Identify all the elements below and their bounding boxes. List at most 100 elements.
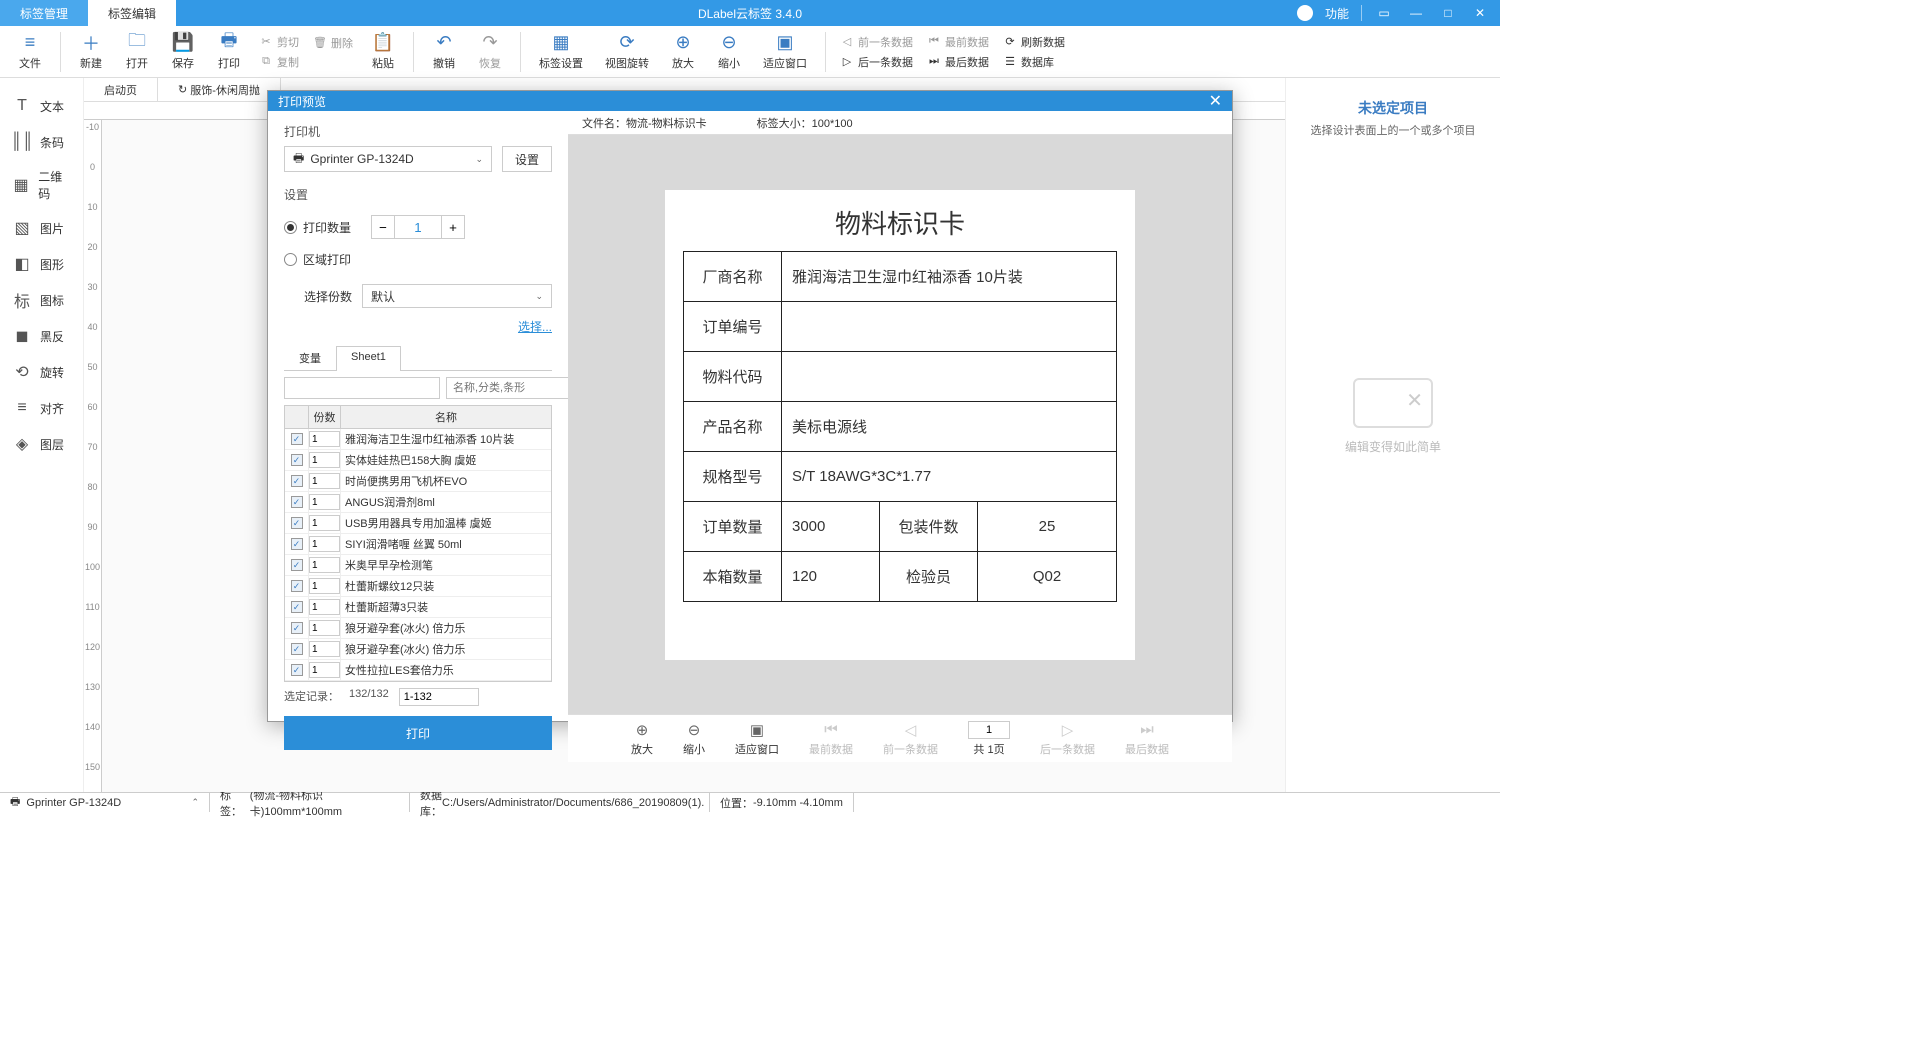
open-button[interactable]: 🗀打开 bbox=[117, 31, 157, 73]
tool-barcode[interactable]: ║║条码 bbox=[0, 124, 83, 160]
tab-variable[interactable]: 变量 bbox=[284, 345, 336, 370]
tool-shape[interactable]: ◧图形 bbox=[0, 246, 83, 282]
tool-text[interactable]: T文本 bbox=[0, 88, 83, 124]
table-row[interactable]: ✓SIYI润滑啫喱 丝翼 50ml bbox=[285, 534, 551, 555]
last-record-button[interactable]: ⏭最后数据 bbox=[923, 53, 993, 71]
table-row[interactable]: ✓雅润海洁卫生湿巾红袖添香 10片装 bbox=[285, 429, 551, 450]
new-button[interactable]: ＋新建 bbox=[71, 31, 111, 73]
qty-input[interactable] bbox=[395, 215, 441, 239]
print-button[interactable]: 🖶打印 bbox=[209, 31, 249, 73]
checkbox-icon[interactable]: ✓ bbox=[291, 454, 303, 466]
close-icon[interactable]: ✕ bbox=[1470, 3, 1490, 23]
printer-settings-button[interactable]: 设置 bbox=[502, 146, 552, 172]
row-copies-input[interactable] bbox=[309, 557, 340, 573]
paste-button[interactable]: 📋粘贴 bbox=[363, 31, 403, 73]
checkbox-icon[interactable]: ✓ bbox=[291, 622, 303, 634]
tool-image[interactable]: ▧图片 bbox=[0, 210, 83, 246]
page-input[interactable] bbox=[968, 721, 1010, 739]
file-menu[interactable]: ≡文件 bbox=[10, 31, 50, 73]
qty-decr-button[interactable]: − bbox=[371, 215, 395, 239]
radio-print-qty[interactable]: 打印数量 − + bbox=[284, 215, 552, 239]
label-settings-button[interactable]: ▦标签设置 bbox=[531, 31, 591, 73]
qty-incr-button[interactable]: + bbox=[441, 215, 465, 239]
pf-next[interactable]: ▷后一条数据 bbox=[1040, 721, 1095, 757]
table-row[interactable]: ✓USB男用器具专用加温棒 虞姬 bbox=[285, 513, 551, 534]
table-row[interactable]: ✓实体娃娃热巴158大胸 虞姬 bbox=[285, 450, 551, 471]
tool-invert[interactable]: ◼黑反 bbox=[0, 318, 83, 354]
row-copies-input[interactable] bbox=[309, 494, 340, 510]
checkbox-icon[interactable]: ✓ bbox=[291, 433, 303, 445]
pf-prev[interactable]: ◁前一条数据 bbox=[883, 721, 938, 757]
doc-tab-1[interactable]: ↻ 服饰-休闲周抛 bbox=[158, 78, 281, 102]
tool-rotate[interactable]: ⟲旋转 bbox=[0, 354, 83, 390]
pf-fit[interactable]: ▣适应窗口 bbox=[735, 721, 779, 757]
next-record-button[interactable]: ▷后一条数据 bbox=[836, 53, 917, 71]
row-copies-input[interactable] bbox=[309, 578, 340, 594]
doc-tab-start[interactable]: 启动页 bbox=[84, 78, 158, 102]
checkbox-icon[interactable]: ✓ bbox=[291, 601, 303, 613]
user-avatar-icon[interactable] bbox=[1297, 5, 1313, 21]
tab-label-mgmt[interactable]: 标签管理 bbox=[0, 0, 88, 26]
select-link[interactable]: 选择... bbox=[284, 318, 552, 335]
checkbox-icon[interactable]: ✓ bbox=[291, 496, 303, 508]
checkbox-icon[interactable]: ✓ bbox=[291, 559, 303, 571]
zoom-in-button[interactable]: ⊕放大 bbox=[663, 31, 703, 73]
fit-window-button[interactable]: ▣适应窗口 bbox=[755, 31, 815, 73]
tool-icon[interactable]: 标图标 bbox=[0, 282, 83, 318]
row-copies-input[interactable] bbox=[309, 662, 340, 678]
status-printer[interactable]: 🖶Gprinter GP-1324D ⌃ bbox=[0, 793, 210, 812]
database-button[interactable]: ☰数据库 bbox=[999, 53, 1069, 71]
tab-label-edit[interactable]: 标签编辑 bbox=[88, 0, 176, 26]
table-row[interactable]: ✓米奥早早孕检测笔 bbox=[285, 555, 551, 576]
cut-button[interactable]: ✂剪切 bbox=[255, 33, 303, 51]
row-copies-input[interactable] bbox=[309, 536, 340, 552]
table-row[interactable]: ✓杜蕾斯螺纹12只装 bbox=[285, 576, 551, 597]
radio-print-range[interactable]: 区域打印 bbox=[284, 251, 552, 268]
row-copies-input[interactable] bbox=[309, 599, 340, 615]
checkbox-icon[interactable]: ✓ bbox=[291, 475, 303, 487]
row-copies-input[interactable] bbox=[309, 620, 340, 636]
row-copies-input[interactable] bbox=[309, 641, 340, 657]
prev-record-button[interactable]: ◁前一条数据 bbox=[836, 33, 917, 51]
checkbox-icon[interactable]: ✓ bbox=[291, 538, 303, 550]
view-rotate-button[interactable]: ⟳视图旋转 bbox=[597, 31, 657, 73]
tool-qrcode[interactable]: ▦二维码 bbox=[0, 160, 83, 210]
pf-first[interactable]: ⏮最前数据 bbox=[809, 721, 853, 757]
table-row[interactable]: ✓ANGUS润滑剂8ml bbox=[285, 492, 551, 513]
first-record-button[interactable]: ⏮最前数据 bbox=[923, 33, 993, 51]
copy-button[interactable]: ⧉复制 bbox=[255, 53, 303, 71]
row-copies-input[interactable] bbox=[309, 473, 340, 489]
table-row[interactable]: ✓狼牙避孕套(冰火) 倍力乐 bbox=[285, 639, 551, 660]
maximize-icon[interactable]: □ bbox=[1438, 3, 1458, 23]
row-copies-input[interactable] bbox=[309, 452, 340, 468]
print-confirm-button[interactable]: 打印 bbox=[284, 716, 552, 750]
redo-button[interactable]: ↷恢复 bbox=[470, 31, 510, 73]
checkbox-icon[interactable]: ✓ bbox=[291, 580, 303, 592]
table-row[interactable]: ✓女性拉拉LES套倍力乐 bbox=[285, 660, 551, 681]
message-icon[interactable]: ▭ bbox=[1374, 3, 1394, 23]
dialog-close-icon[interactable]: ✕ bbox=[1209, 91, 1222, 111]
tool-align[interactable]: ≡对齐 bbox=[0, 390, 83, 426]
tab-sheet1[interactable]: Sheet1 bbox=[336, 346, 401, 371]
undo-button[interactable]: ↶撤销 bbox=[424, 31, 464, 73]
minimize-icon[interactable]: — bbox=[1406, 3, 1426, 23]
delete-button[interactable]: 🗑删除 bbox=[309, 34, 357, 52]
pf-zoom-in[interactable]: ⊕放大 bbox=[631, 721, 653, 757]
table-row[interactable]: ✓狼牙避孕套(冰火) 倍力乐 bbox=[285, 618, 551, 639]
table-row[interactable]: ✓杜蕾斯超薄3只装 bbox=[285, 597, 551, 618]
row-copies-input[interactable] bbox=[309, 515, 340, 531]
checkbox-icon[interactable]: ✓ bbox=[291, 517, 303, 529]
row-copies-input[interactable] bbox=[309, 431, 340, 447]
refresh-button[interactable]: ⟳刷新数据 bbox=[999, 33, 1069, 51]
tool-layer[interactable]: ◈图层 bbox=[0, 426, 83, 462]
checkbox-icon[interactable]: ✓ bbox=[291, 664, 303, 676]
copies-select[interactable]: 默认 ⌄ bbox=[362, 284, 552, 308]
save-button[interactable]: 💾保存 bbox=[163, 31, 203, 73]
printer-select[interactable]: 🖶Gprinter GP-1324D ⌄ bbox=[284, 146, 492, 172]
zoom-out-button[interactable]: ⊖缩小 bbox=[709, 31, 749, 73]
sel-rec-range-input[interactable] bbox=[399, 688, 479, 706]
checkbox-icon[interactable]: ✓ bbox=[291, 643, 303, 655]
pf-zoom-out[interactable]: ⊖缩小 bbox=[683, 721, 705, 757]
table-row[interactable]: ✓时尚便携男用飞机杯EVO bbox=[285, 471, 551, 492]
id-input[interactable] bbox=[284, 377, 440, 399]
